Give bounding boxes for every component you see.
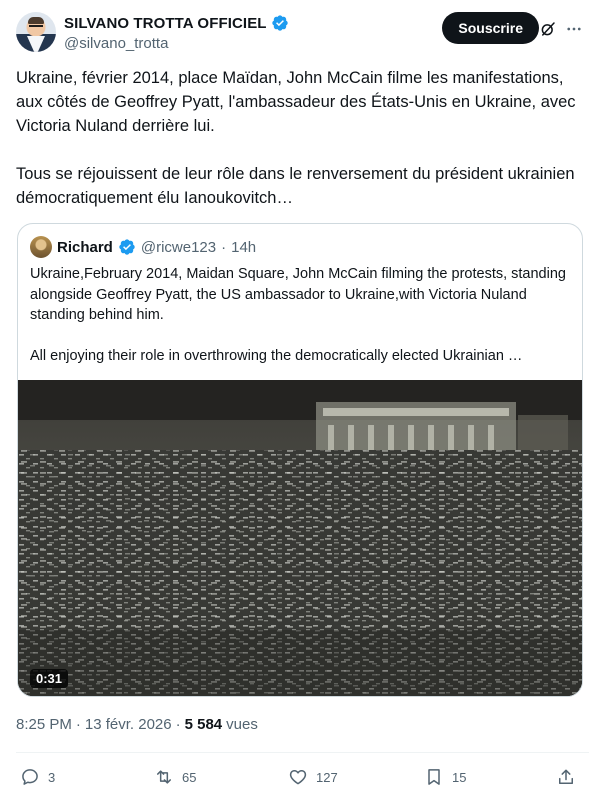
- views-label: vues: [226, 716, 258, 733]
- quoted-paragraph-2: All enjoying their role in overthrowing …: [30, 348, 523, 364]
- author-handle[interactable]: @silvano_trotta: [64, 35, 168, 52]
- like-count: 127: [316, 769, 338, 785]
- quoted-author-name: Richard: [57, 238, 113, 256]
- post-date[interactable]: 13 févr. 2026: [85, 716, 172, 733]
- quoted-author-avatar: [30, 236, 52, 258]
- reply-count: 3: [48, 769, 56, 785]
- video-duration-badge: 0:31: [30, 669, 69, 688]
- bookmark-count: 15: [452, 769, 467, 785]
- post-time[interactable]: 8:25 PM: [16, 716, 72, 733]
- repost-icon: [157, 770, 171, 784]
- like-button[interactable]: 127: [288, 763, 338, 791]
- bookmark-button[interactable]: 15: [424, 763, 466, 791]
- tweet-header: SILVANO TROTTA OFFICIEL @silvano_trotta …: [16, 12, 589, 56]
- action-bar: 3 65 127 15: [16, 763, 589, 791]
- tweet-paragraph-1: Ukraine, février 2014, place Maïdan, Joh…: [16, 69, 576, 135]
- divider: [16, 752, 589, 753]
- author-avatar[interactable]: [16, 12, 56, 52]
- grok-icon[interactable]: [539, 20, 557, 38]
- reply-button[interactable]: 3: [20, 763, 55, 791]
- verified-badge-icon: [119, 239, 135, 255]
- video-thumbnail: [18, 380, 582, 696]
- quoted-author-handle: @ricwe123: [140, 238, 217, 256]
- reply-icon: [22, 769, 38, 785]
- subscribe-button[interactable]: Souscrire: [442, 12, 539, 44]
- video-player[interactable]: 0:31: [18, 380, 582, 696]
- share-button[interactable]: [556, 763, 576, 791]
- quoted-tweet-header: Richard @ricwe123 · 14h: [30, 236, 256, 258]
- quoted-paragraph-1: Ukraine,February 2014, Maidan Square, Jo…: [30, 266, 566, 323]
- bookmark-icon: [428, 769, 440, 785]
- tweet-text: Ukraine, février 2014, place Maïdan, Joh…: [16, 66, 576, 210]
- separator-dot: ·: [221, 238, 227, 256]
- more-icon[interactable]: [565, 20, 583, 38]
- separator-dot: ·: [175, 716, 181, 733]
- repost-button[interactable]: 65: [154, 763, 196, 791]
- like-icon: [289, 770, 307, 785]
- share-icon: [559, 769, 573, 784]
- quoted-tweet-text: Ukraine,February 2014, Maidan Square, Jo…: [30, 264, 572, 367]
- quoted-tweet-time: 14h: [231, 238, 257, 256]
- separator-dot: ·: [75, 716, 81, 733]
- quoted-tweet[interactable]: Richard @ricwe123 · 14h Ukraine,February…: [17, 223, 583, 697]
- author-name[interactable]: SILVANO TROTTA OFFICIEL: [64, 15, 267, 32]
- repost-count: 65: [182, 769, 197, 785]
- verified-badge-icon: [271, 15, 288, 31]
- tweet-meta: 8:25 PM · 13 févr. 2026 · 5 584 vues: [16, 716, 258, 733]
- tweet-paragraph-2: Tous se réjouissent de leur rôle dans le…: [16, 165, 575, 207]
- views-count: 5 584: [184, 716, 223, 733]
- author-name-row: SILVANO TROTTA OFFICIEL: [64, 14, 289, 32]
